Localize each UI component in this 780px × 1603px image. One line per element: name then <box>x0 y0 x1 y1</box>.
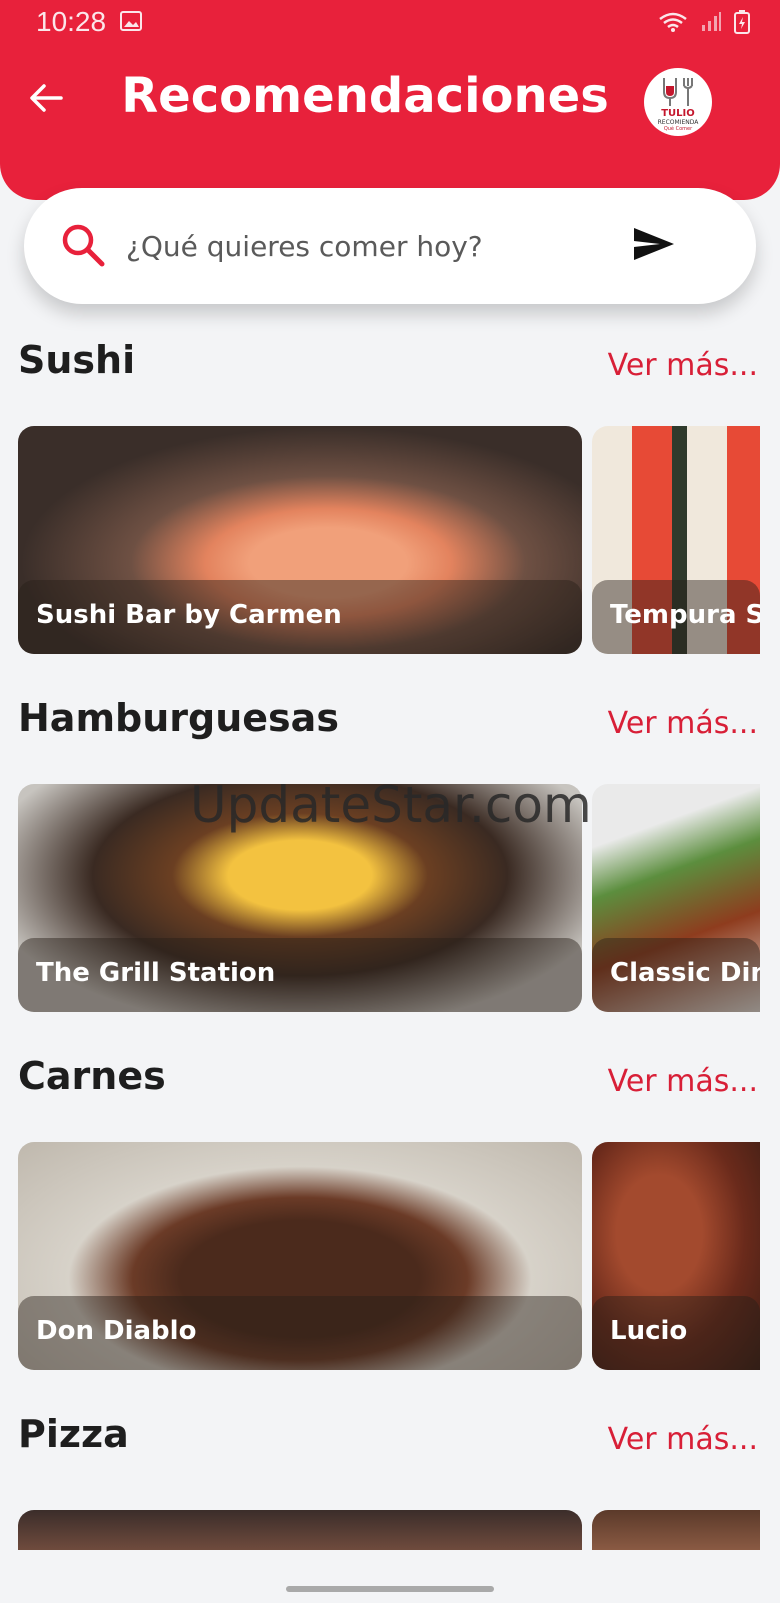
home-indicator[interactable] <box>286 1586 494 1592</box>
svg-text:RECOMIENDA: RECOMIENDA <box>658 119 700 126</box>
card-caption: The Grill Station <box>18 938 582 1012</box>
section-title-carnes: Carnes <box>18 1054 166 1098</box>
signal-icon <box>700 11 722 37</box>
watermark-text: UpdateStar.com <box>190 776 592 834</box>
see-more-link-pizza[interactable]: Ver más... <box>608 1422 758 1457</box>
card-caption: Classic Diner <box>592 938 760 1012</box>
see-more-link-hamburguesas[interactable]: Ver más... <box>608 706 758 741</box>
restaurant-name: Sushi Bar by Carmen <box>36 600 342 630</box>
search-icon <box>60 222 106 272</box>
send-icon[interactable] <box>632 224 676 268</box>
card-caption: Lucio <box>592 1296 760 1370</box>
app-logo[interactable]: TULIO RECOMIENDA Qué Comer <box>644 68 712 136</box>
search-input[interactable] <box>126 218 626 274</box>
status-icons <box>658 10 750 38</box>
svg-text:TULIO: TULIO <box>661 108 695 119</box>
app-header: 10:28 Recomendaciones TULIO RECOMIENDA Q… <box>0 0 780 200</box>
restaurant-card[interactable] <box>592 1510 760 1550</box>
section-title-sushi: Sushi <box>18 338 136 382</box>
restaurant-card[interactable]: Tempura Sushi <box>592 426 760 654</box>
see-more-link-sushi[interactable]: Ver más... <box>608 348 758 383</box>
svg-text:Qué Comer: Qué Comer <box>664 125 693 132</box>
card-caption: Sushi Bar by Carmen <box>18 580 582 654</box>
restaurant-card[interactable] <box>18 1510 582 1550</box>
section-title-pizza: Pizza <box>18 1412 129 1456</box>
status-bar: 10:28 <box>0 0 780 46</box>
page-title: Recomendaciones <box>121 68 609 124</box>
battery-icon <box>734 10 750 38</box>
section-title-hamburguesas: Hamburguesas <box>18 696 339 740</box>
restaurant-card[interactable]: Sushi Bar by Carmen <box>18 426 582 654</box>
card-caption: Don Diablo <box>18 1296 582 1370</box>
restaurant-card[interactable]: Classic Diner <box>592 784 760 1012</box>
restaurant-card[interactable]: Lucio <box>592 1142 760 1370</box>
restaurant-name: The Grill Station <box>36 958 276 988</box>
see-more-link-carnes[interactable]: Ver más... <box>608 1064 758 1099</box>
card-caption: Tempura Sushi <box>592 580 760 654</box>
restaurant-name: Don Diablo <box>36 1316 197 1346</box>
restaurant-card[interactable]: Don Diablo <box>18 1142 582 1370</box>
status-time: 10:28 <box>36 6 107 37</box>
search-bar[interactable] <box>24 188 756 304</box>
wifi-icon <box>658 11 688 37</box>
image-notification-icon <box>120 11 142 35</box>
restaurant-name: Tempura Sushi <box>610 600 760 630</box>
logo-icon: TULIO RECOMIENDA Qué Comer <box>658 78 700 132</box>
restaurant-name: Classic Diner <box>610 958 760 988</box>
restaurant-name: Lucio <box>610 1316 688 1346</box>
